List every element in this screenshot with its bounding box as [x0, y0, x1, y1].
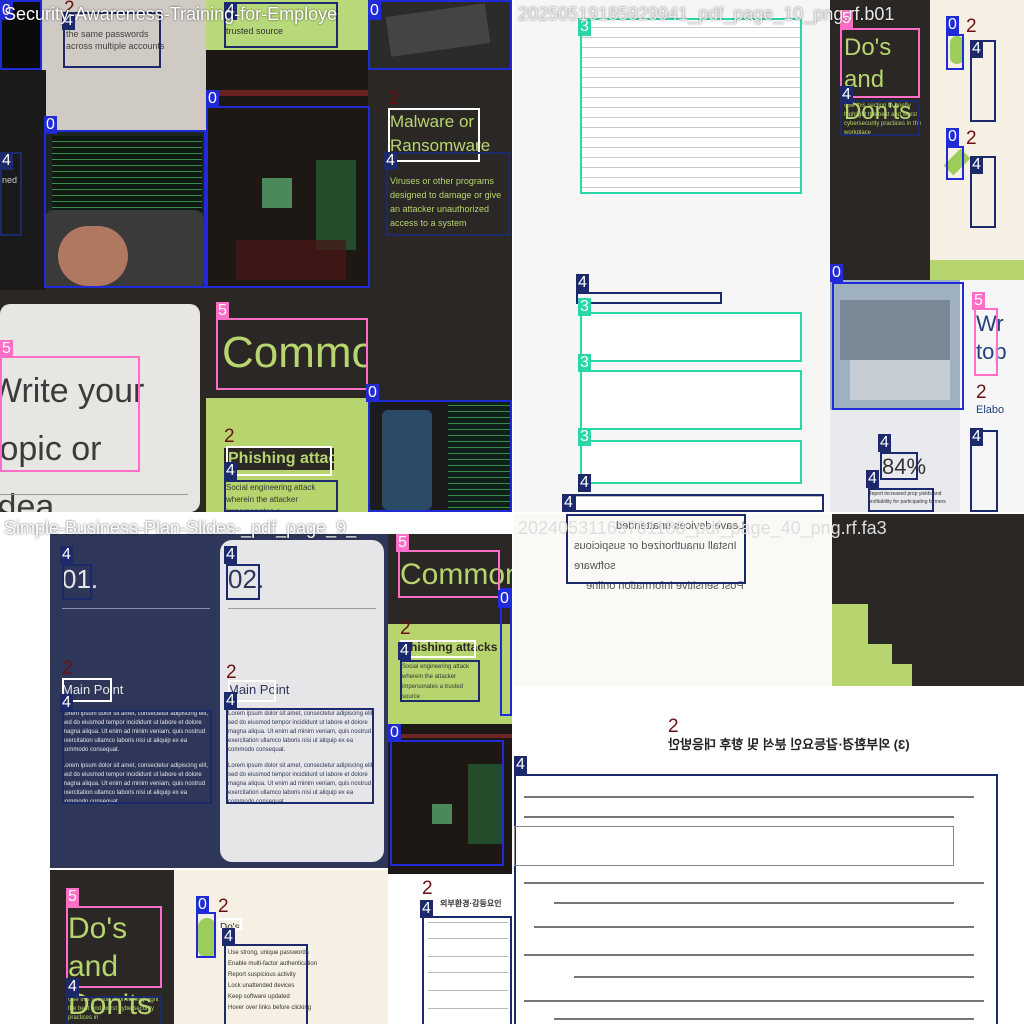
annotation-tag: 5 — [0, 340, 13, 358]
annotation-tag: 0 — [946, 128, 959, 146]
annotation-box — [216, 318, 368, 390]
annotation-tag: 4 — [66, 978, 79, 996]
annotation-tag: 2 — [62, 658, 73, 679]
annotation-box — [400, 660, 480, 702]
annotation-tag: 5 — [972, 292, 985, 310]
mosaic-tile-pdf-page-40: 20240531165701180_pdf_page_40_png.rf.fa3… — [514, 514, 1024, 1024]
annotation-tag: 4 — [384, 152, 397, 170]
annotation-box — [368, 0, 512, 70]
annotation-tag: 0 — [206, 90, 219, 108]
annotation-tag: 2 — [422, 878, 433, 899]
annotation-tag: 3 — [578, 428, 591, 446]
annotation-box — [868, 488, 934, 512]
annotation-box — [580, 312, 802, 362]
annotation-tag: 2 — [224, 426, 235, 447]
mirrored-dark-corner — [832, 514, 1024, 686]
annotation-tag: 0 — [388, 724, 401, 742]
annotation-box — [580, 18, 802, 194]
annotation-tag: 4 — [562, 494, 575, 512]
annotation-tag: 2 — [388, 88, 399, 109]
annotation-box — [580, 370, 802, 430]
annotation-box — [226, 564, 260, 600]
annotation-tag: 4 — [224, 692, 237, 710]
annotation-box — [62, 564, 92, 600]
annotation-tag: 0 — [196, 896, 209, 914]
annotation-tag: 0 — [830, 264, 843, 282]
annotation-tag: 0 — [368, 2, 381, 20]
annotation-tag: 4 — [60, 546, 73, 564]
korean-heading-small: 외부환경·감등요인 — [440, 899, 502, 908]
tile-title: Security-Awareness-Training-for-Employe — [4, 4, 338, 24]
annotation-box — [422, 916, 512, 1024]
annotation-tag: 0 — [498, 590, 511, 608]
annotation-tag: 4 — [866, 470, 879, 488]
annotation-box — [62, 710, 212, 804]
annotation-tag: 4 — [398, 642, 411, 660]
annotation-box — [574, 494, 824, 512]
annotation-tag: 0 — [366, 384, 379, 402]
mirrored-document: (3) 외부환경·갈등요인 분석 및 향후 대응방안 — [514, 686, 1024, 1024]
annotation-tag: 4 — [970, 40, 983, 58]
annotation-box — [224, 480, 338, 512]
annotation-box — [196, 912, 216, 958]
korean-heading-text: (3) 외부환경·갈등요인 분석 및 향후 대응방안 — [668, 737, 910, 752]
annotation-box — [580, 440, 802, 484]
annotation-box — [386, 152, 510, 236]
annotation-tag: 3 — [578, 298, 591, 316]
tile-title: 20240531165701180_pdf_page_40_png.rf.fa3 — [518, 518, 887, 538]
annotation-box — [840, 100, 920, 136]
annotation-box — [946, 146, 964, 180]
annotation-box — [390, 740, 504, 866]
annotation-box — [44, 130, 206, 288]
annotation-box — [946, 34, 964, 70]
annotation-tag: 2 — [218, 896, 229, 917]
annotation-tag: 4 — [0, 152, 13, 170]
annotation-tag: 4 — [878, 434, 891, 452]
annotation-tag: 4 — [970, 428, 983, 446]
annotation-box — [0, 356, 140, 472]
elab-text: Elabo — [976, 404, 1005, 416]
annotation-tag: 4 — [224, 546, 237, 564]
annotation-box — [206, 106, 370, 288]
annotation-box — [974, 308, 998, 376]
tile-title: Simple-Business-Plan-Slides-_pdf_page_9_ — [4, 518, 357, 538]
annotation-tag: 0 — [44, 116, 57, 134]
annotation-box — [832, 282, 964, 410]
annotation-tag: 4 — [576, 274, 589, 292]
annotation-tag: 3 — [578, 354, 591, 372]
annotation-box — [368, 400, 512, 512]
annotation-box — [66, 996, 162, 1024]
annotation-box — [400, 640, 476, 658]
annotation-box — [226, 708, 374, 804]
annotation-box — [576, 292, 722, 304]
mosaic-tile-security-training: Security-Awareness-Training-for-Employe … — [0, 0, 512, 512]
annotation-tag: 5 — [396, 534, 409, 552]
korean-heading: (3) 외부환경·갈등요인 분석 및 향후 대응방안 — [668, 734, 910, 753]
annotation-tag: 2 — [966, 128, 977, 149]
annotation-tag: 4 — [970, 156, 983, 174]
annotation-tag: 4 — [420, 900, 433, 918]
annotation-box — [398, 550, 500, 598]
annotation-tag: 5 — [66, 888, 79, 906]
annotation-tag: 4 — [840, 86, 853, 104]
annotation-tag: 4 — [578, 474, 591, 492]
mosaic-tile-pdf-page-10: 20250519185929941_pdf_page_10_png.rf.b01… — [514, 0, 1024, 512]
annotation-box — [226, 446, 332, 476]
annotation-tag: 2 — [976, 382, 987, 403]
annotation-tag: 2 — [226, 662, 237, 683]
mosaic-tile-business-plan: Simple-Business-Plan-Slides-_pdf_page_9_… — [0, 514, 512, 1024]
annotation-box — [880, 452, 918, 480]
annotation-tag: 2 — [668, 716, 679, 737]
annotation-tag: 0 — [946, 16, 959, 34]
annotation-tag: 4 — [60, 694, 73, 712]
annotation-tag: 2 — [966, 16, 977, 37]
annotation-tag: 5 — [216, 302, 229, 320]
annotation-tag: 4 — [224, 462, 237, 480]
annotation-box — [224, 944, 308, 1024]
tile-title: 20250519185929941_pdf_page_10_png.rf.b01 — [518, 4, 895, 24]
annotation-box — [66, 906, 162, 988]
annotation-tag: 4 — [222, 928, 235, 946]
annotation-tag: 2 — [400, 618, 411, 639]
annotation-tag: 4 — [514, 756, 527, 774]
